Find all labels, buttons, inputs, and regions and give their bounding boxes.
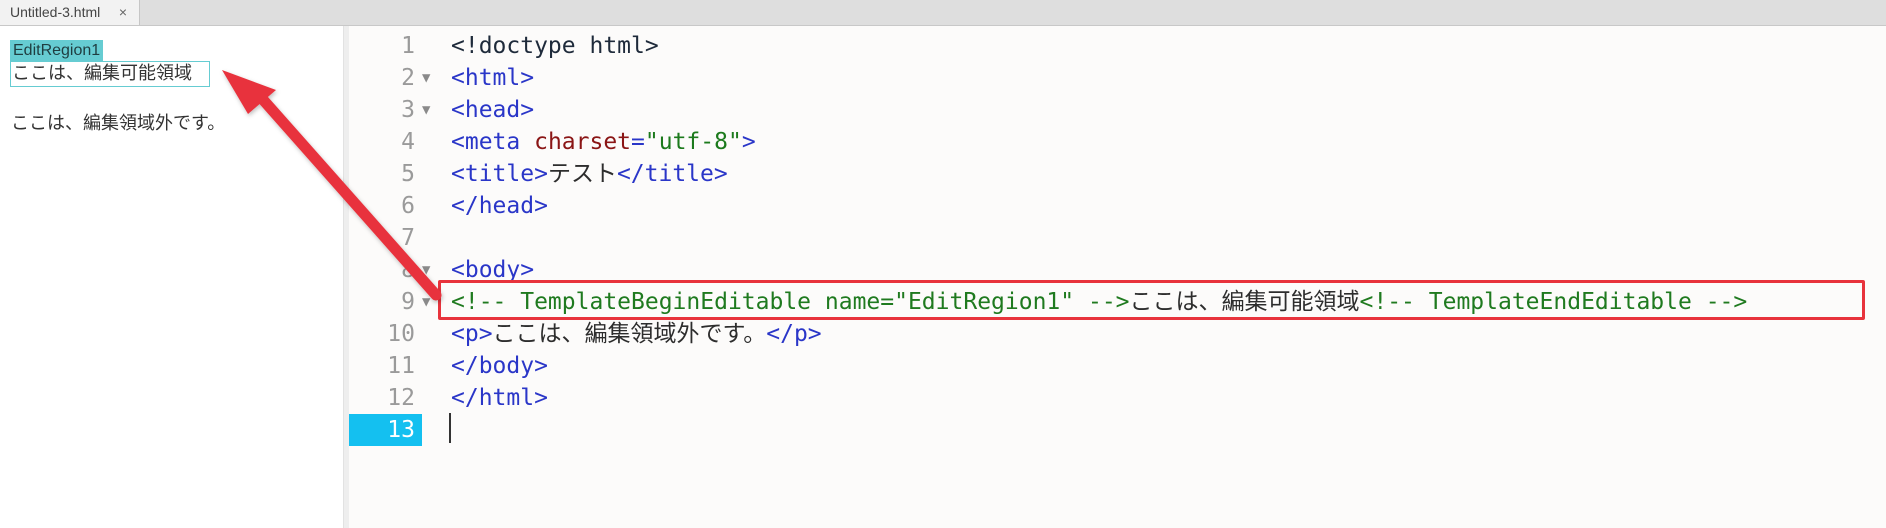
fold-toggle-icon[interactable]: ▼ bbox=[422, 94, 430, 126]
line-source[interactable]: <head> bbox=[451, 94, 534, 126]
code-token: </body> bbox=[451, 353, 548, 379]
line-source[interactable]: <html> bbox=[451, 62, 534, 94]
code-token: <!doctype html> bbox=[451, 33, 659, 59]
code-line-1[interactable]: 1 <!doctype html> bbox=[349, 30, 1886, 62]
code-line-6[interactable]: 6 </head> bbox=[349, 190, 1886, 222]
line-source[interactable]: <meta charset="utf-8"> bbox=[451, 126, 756, 158]
tab-bar: Untitled-3.html × bbox=[0, 0, 1886, 26]
line-number: 7 bbox=[401, 225, 415, 251]
code-line-3[interactable]: 3 ▼ <head> bbox=[349, 94, 1886, 126]
line-number: 11 bbox=[387, 353, 415, 379]
line-source[interactable]: <p>ここは、編集領域外です。</p> bbox=[451, 318, 822, 350]
code-line-5[interactable]: 5 <title>テスト</title> bbox=[349, 158, 1886, 190]
close-icon[interactable]: × bbox=[119, 0, 127, 25]
code-line-10[interactable]: 10 <p>ここは、編集領域外です。</p> bbox=[349, 318, 1886, 350]
code-token: <p> bbox=[451, 321, 493, 347]
code-token: = bbox=[631, 129, 645, 155]
design-view[interactable]: EditRegion1 ここは、編集可能領域 ここは、編集領域外です。 bbox=[0, 26, 343, 528]
editable-region-content[interactable]: ここは、編集可能領域 bbox=[10, 61, 210, 87]
code-line-7[interactable]: 7 bbox=[349, 222, 1886, 254]
line-number: 10 bbox=[387, 321, 415, 347]
editable-region-tag[interactable]: EditRegion1 bbox=[10, 40, 104, 61]
code-line-4[interactable]: 4 <meta charset="utf-8"> bbox=[349, 126, 1886, 158]
line-source[interactable]: </body> bbox=[451, 350, 548, 382]
non-editable-paragraph: ここは、編集領域外です。 bbox=[11, 113, 226, 134]
code-token: <html> bbox=[451, 65, 535, 91]
code-token: <title> bbox=[451, 161, 548, 187]
line-number: 1 bbox=[401, 33, 415, 59]
code-line-12[interactable]: 12 </html> bbox=[349, 382, 1886, 414]
fold-toggle-icon[interactable]: ▼ bbox=[422, 254, 430, 286]
line-number: 5 bbox=[401, 161, 415, 187]
code-line-11[interactable]: 11 </body> bbox=[349, 350, 1886, 382]
text-cursor bbox=[449, 413, 451, 443]
line-number: 13 bbox=[349, 414, 422, 446]
code-lines[interactable]: 1 <!doctype html> 2 ▼ <html> 3 ▼ <head> 4 <meta c… bbox=[349, 30, 1886, 446]
code-token: テスト bbox=[547, 161, 617, 187]
tab-untitled-3[interactable]: Untitled-3.html × bbox=[0, 0, 140, 25]
line-number: 3 bbox=[401, 97, 415, 123]
line-number: 8 bbox=[401, 257, 415, 283]
fold-toggle-icon[interactable]: ▼ bbox=[422, 286, 430, 318]
code-line-2[interactable]: 2 ▼ <html> bbox=[349, 62, 1886, 94]
highlight-box bbox=[438, 280, 1865, 320]
line-number: 9 bbox=[401, 289, 415, 315]
code-token: </p> bbox=[766, 321, 822, 347]
line-source[interactable]: </html> bbox=[451, 382, 548, 414]
tab-label: Untitled-3.html bbox=[10, 4, 101, 20]
code-token: <meta bbox=[451, 129, 535, 155]
line-source[interactable]: <title>テスト</title> bbox=[451, 158, 728, 190]
line-source[interactable]: <!doctype html> bbox=[451, 30, 659, 62]
code-token: ここは、編集領域外です。 bbox=[492, 321, 767, 347]
code-token: </html> bbox=[451, 385, 548, 411]
code-token: > bbox=[741, 129, 756, 155]
code-token: </head> bbox=[451, 193, 548, 219]
line-number: 4 bbox=[401, 129, 415, 155]
line-source[interactable]: </head> bbox=[451, 190, 548, 222]
code-token: charset bbox=[534, 129, 632, 155]
code-token: <head> bbox=[451, 97, 535, 123]
code-line-13[interactable]: 13 bbox=[349, 414, 1886, 446]
fold-toggle-icon[interactable]: ▼ bbox=[422, 62, 430, 94]
line-number: 12 bbox=[387, 385, 415, 411]
code-token: "utf-8" bbox=[644, 129, 742, 155]
line-number: 6 bbox=[401, 193, 415, 219]
code-token: </title> bbox=[616, 161, 728, 187]
line-number: 2 bbox=[401, 65, 415, 91]
